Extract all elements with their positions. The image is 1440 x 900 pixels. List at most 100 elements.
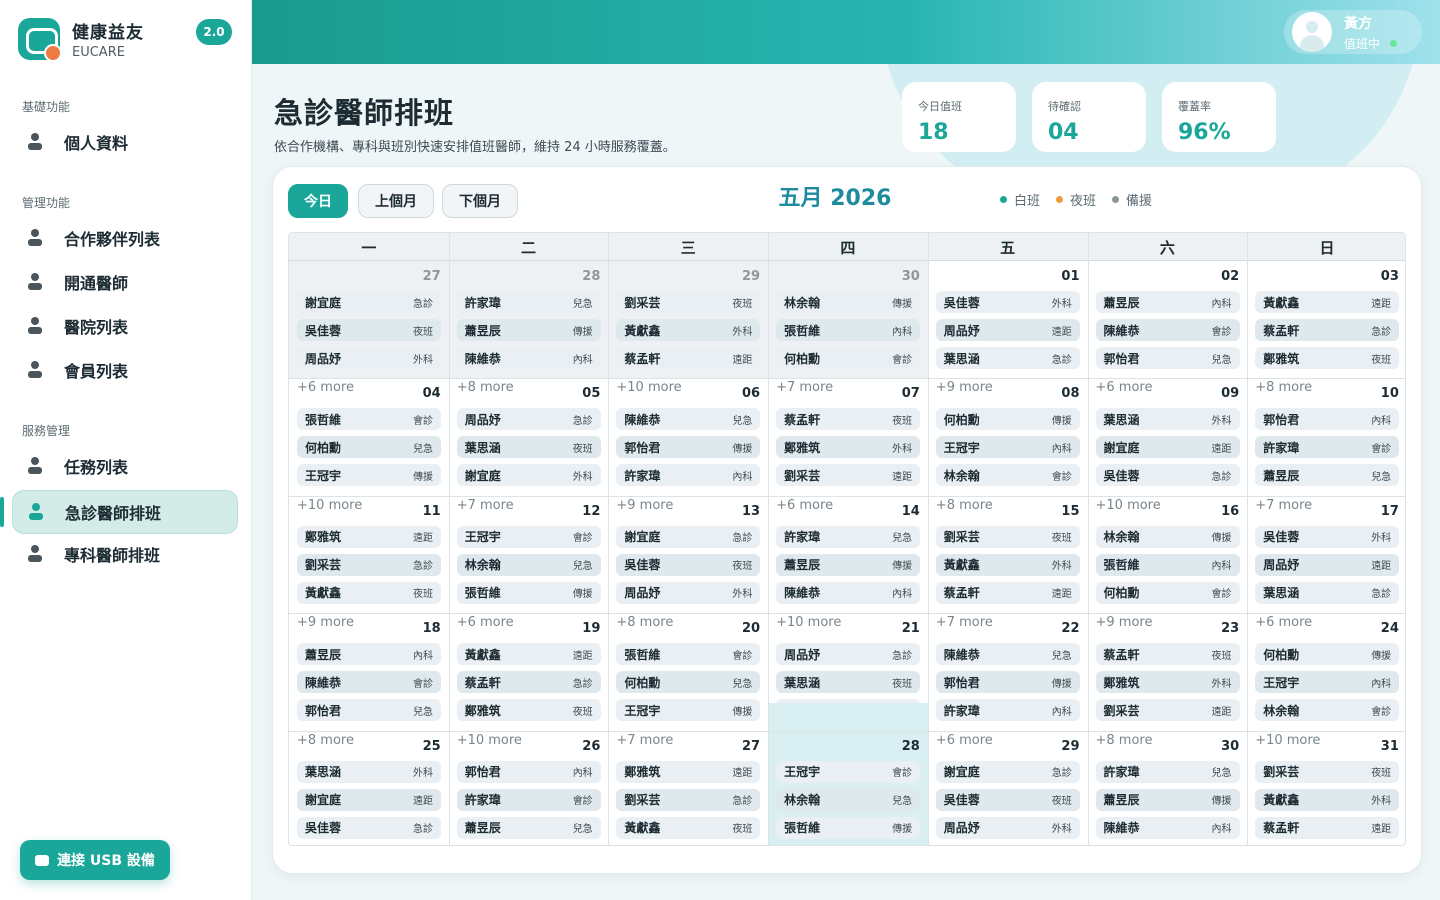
shift-chip[interactable]: 蕭昱辰 內科 bbox=[297, 643, 441, 666]
nav-item-partners[interactable]: 合作夥伴列表 bbox=[12, 216, 238, 260]
day-number[interactable]: 01 bbox=[1040, 269, 1079, 284]
shift-chip[interactable]: 吳佳蓉 外科 bbox=[1255, 525, 1400, 548]
day-number[interactable]: 25 bbox=[401, 739, 441, 754]
shift-chip[interactable]: 陳維恭 內科 bbox=[456, 347, 601, 369]
more-link[interactable]: +7 more bbox=[1255, 498, 1312, 513]
shift-chip[interactable]: 郭怡君 兒急 bbox=[297, 699, 441, 722]
shift-chip[interactable]: 郭怡君 傳援 bbox=[935, 671, 1080, 694]
more-link[interactable]: +10 more bbox=[776, 615, 841, 630]
day-number[interactable]: 15 bbox=[1040, 504, 1079, 519]
shift-chip[interactable]: 何柏勳 兒急 bbox=[616, 671, 761, 694]
today-button[interactable]: 今日 bbox=[288, 184, 348, 218]
prev-month-button[interactable]: 上個月 bbox=[358, 184, 434, 218]
shift-chip[interactable]: 蔡孟軒 遠距 bbox=[1255, 816, 1400, 839]
shift-chip[interactable]: 謝宜庭 外科 bbox=[456, 464, 601, 487]
more-link[interactable]: +6 more bbox=[297, 380, 354, 395]
day-number[interactable]: 18 bbox=[401, 621, 441, 636]
shift-chip[interactable]: 鄭雅筑 夜班 bbox=[456, 699, 601, 722]
shift-chip[interactable]: 陳維恭 內科 bbox=[1095, 816, 1240, 839]
shift-chip[interactable]: 陳維恭 兒急 bbox=[616, 408, 761, 431]
more-link[interactable]: +8 more bbox=[1255, 380, 1312, 395]
connect-usb-button[interactable]: 連接 USB 設備 bbox=[20, 840, 170, 880]
day-number[interactable]: 12 bbox=[560, 504, 600, 519]
day-number[interactable]: 14 bbox=[880, 504, 920, 519]
day-number[interactable]: 24 bbox=[1359, 621, 1399, 636]
shift-chip[interactable]: 陳維恭 會診 bbox=[297, 671, 441, 694]
shift-chip[interactable]: 陳維恭 兒急 bbox=[935, 643, 1080, 666]
shift-chip[interactable]: 王冠宇 會診 bbox=[776, 760, 921, 783]
shift-chip[interactable]: 蔡孟軒 夜班 bbox=[776, 408, 921, 431]
shift-chip[interactable]: 吳佳蓉 外科 bbox=[935, 291, 1080, 313]
shift-chip[interactable]: 鄭雅筑 遠距 bbox=[616, 760, 761, 783]
day-number[interactable]: 19 bbox=[560, 621, 600, 636]
more-link[interactable]: +7 more bbox=[616, 733, 673, 748]
shift-chip[interactable]: 鄭雅筑 外科 bbox=[1095, 671, 1240, 694]
shift-chip[interactable]: 黃獻鑫 夜班 bbox=[616, 816, 761, 839]
day-number[interactable]: 29 bbox=[720, 269, 760, 284]
shift-chip[interactable]: 林余翰 傳援 bbox=[1095, 525, 1240, 548]
day-number[interactable]: 30 bbox=[1199, 739, 1239, 754]
more-link[interactable]: +9 more bbox=[297, 615, 354, 630]
more-link[interactable]: +6 more bbox=[1255, 615, 1312, 630]
nav-item-specialist-schedule[interactable]: 專科醫師排班 bbox=[12, 532, 238, 576]
shift-chip[interactable]: 鄭雅筑 遠距 bbox=[297, 525, 441, 548]
shift-chip[interactable]: 王冠宇 會診 bbox=[456, 525, 601, 548]
shift-chip[interactable]: 蔡孟軒 遠距 bbox=[616, 347, 761, 369]
user-menu[interactable]: 黃方 值班中 bbox=[1284, 10, 1422, 54]
shift-chip[interactable]: 蕭昱辰 傳援 bbox=[456, 319, 601, 341]
more-link[interactable]: +8 more bbox=[1096, 733, 1153, 748]
shift-chip[interactable]: 劉采芸 遠距 bbox=[1095, 699, 1240, 722]
shift-chip[interactable]: 張哲維 內科 bbox=[776, 319, 921, 341]
shift-chip[interactable]: 吳佳蓉 夜班 bbox=[297, 319, 441, 341]
more-link[interactable]: +6 more bbox=[776, 498, 833, 513]
shift-chip[interactable]: 葉思涵 外科 bbox=[1095, 408, 1240, 431]
shift-chip[interactable]: 黃獻鑫 外科 bbox=[935, 553, 1080, 576]
shift-chip[interactable]: 陳維恭 內科 bbox=[776, 581, 921, 604]
day-number[interactable]: 13 bbox=[720, 504, 760, 519]
brand[interactable]: 健康益友 EUCARE bbox=[18, 18, 144, 62]
day-number[interactable]: 06 bbox=[720, 386, 760, 401]
shift-chip[interactable]: 張哲維 會診 bbox=[297, 408, 441, 431]
day-number[interactable]: 27 bbox=[401, 269, 441, 284]
shift-chip[interactable]: 黃獻鑫 外科 bbox=[1255, 788, 1400, 811]
shift-chip[interactable]: 林余翰 傳援 bbox=[776, 291, 921, 313]
shift-chip[interactable]: 周品妤 外科 bbox=[935, 816, 1080, 839]
shift-chip[interactable]: 郭怡君 傳援 bbox=[616, 436, 761, 459]
shift-chip[interactable]: 許家瑋 內科 bbox=[935, 699, 1080, 722]
more-link[interactable]: +7 more bbox=[457, 498, 514, 513]
shift-chip[interactable]: 蔡孟軒 急診 bbox=[456, 671, 601, 694]
day-number[interactable]: 08 bbox=[1040, 386, 1079, 401]
shift-chip[interactable]: 周品妤 急診 bbox=[776, 643, 921, 666]
shift-chip[interactable]: 劉采芸 急診 bbox=[297, 553, 441, 576]
shift-chip[interactable]: 黃獻鑫 外科 bbox=[616, 319, 761, 341]
day-number[interactable]: 09 bbox=[1199, 386, 1239, 401]
more-link[interactable]: +10 more bbox=[616, 380, 681, 395]
more-link[interactable]: +9 more bbox=[1096, 615, 1153, 630]
more-link[interactable]: +6 more bbox=[1096, 380, 1153, 395]
more-link[interactable]: +8 more bbox=[616, 615, 673, 630]
shift-chip[interactable]: 王冠宇 傳援 bbox=[297, 464, 441, 487]
shift-chip[interactable]: 蕭昱辰 兒急 bbox=[456, 816, 601, 839]
shift-chip[interactable]: 林余翰 兒急 bbox=[776, 788, 921, 811]
shift-chip[interactable]: 何柏勳 傳援 bbox=[1255, 643, 1400, 666]
shift-chip[interactable]: 劉采芸 急診 bbox=[616, 788, 761, 811]
next-month-button[interactable]: 下個月 bbox=[442, 184, 518, 218]
shift-chip[interactable]: 鄭雅筑 外科 bbox=[776, 436, 921, 459]
shift-chip[interactable]: 周品妤 外科 bbox=[616, 581, 761, 604]
shift-chip[interactable]: 許家瑋 會診 bbox=[456, 788, 601, 811]
shift-chip[interactable]: 周品妤 急診 bbox=[456, 408, 601, 431]
shift-chip[interactable]: 黃獻鑫 遠距 bbox=[1255, 291, 1400, 313]
shift-chip[interactable]: 周品妤 外科 bbox=[297, 347, 441, 369]
day-number[interactable]: 31 bbox=[1359, 739, 1399, 754]
shift-chip[interactable]: 張哲維 內科 bbox=[1095, 553, 1240, 576]
shift-chip[interactable]: 吳佳蓉 夜班 bbox=[616, 553, 761, 576]
nav-item-activate-doctors[interactable]: 開通醫師 bbox=[12, 260, 238, 304]
shift-chip[interactable]: 劉采芸 遠距 bbox=[776, 464, 921, 487]
shift-chip[interactable]: 許家瑋 兒急 bbox=[456, 291, 601, 313]
more-link[interactable]: +8 more bbox=[457, 380, 514, 395]
shift-chip[interactable]: 何柏勳 會診 bbox=[1095, 581, 1240, 604]
day-number[interactable]: 03 bbox=[1359, 269, 1399, 284]
shift-chip[interactable]: 謝宜庭 急診 bbox=[297, 291, 441, 313]
shift-chip[interactable]: 黃獻鑫 夜班 bbox=[297, 581, 441, 604]
shift-chip[interactable]: 吳佳蓉 急診 bbox=[1095, 464, 1240, 487]
